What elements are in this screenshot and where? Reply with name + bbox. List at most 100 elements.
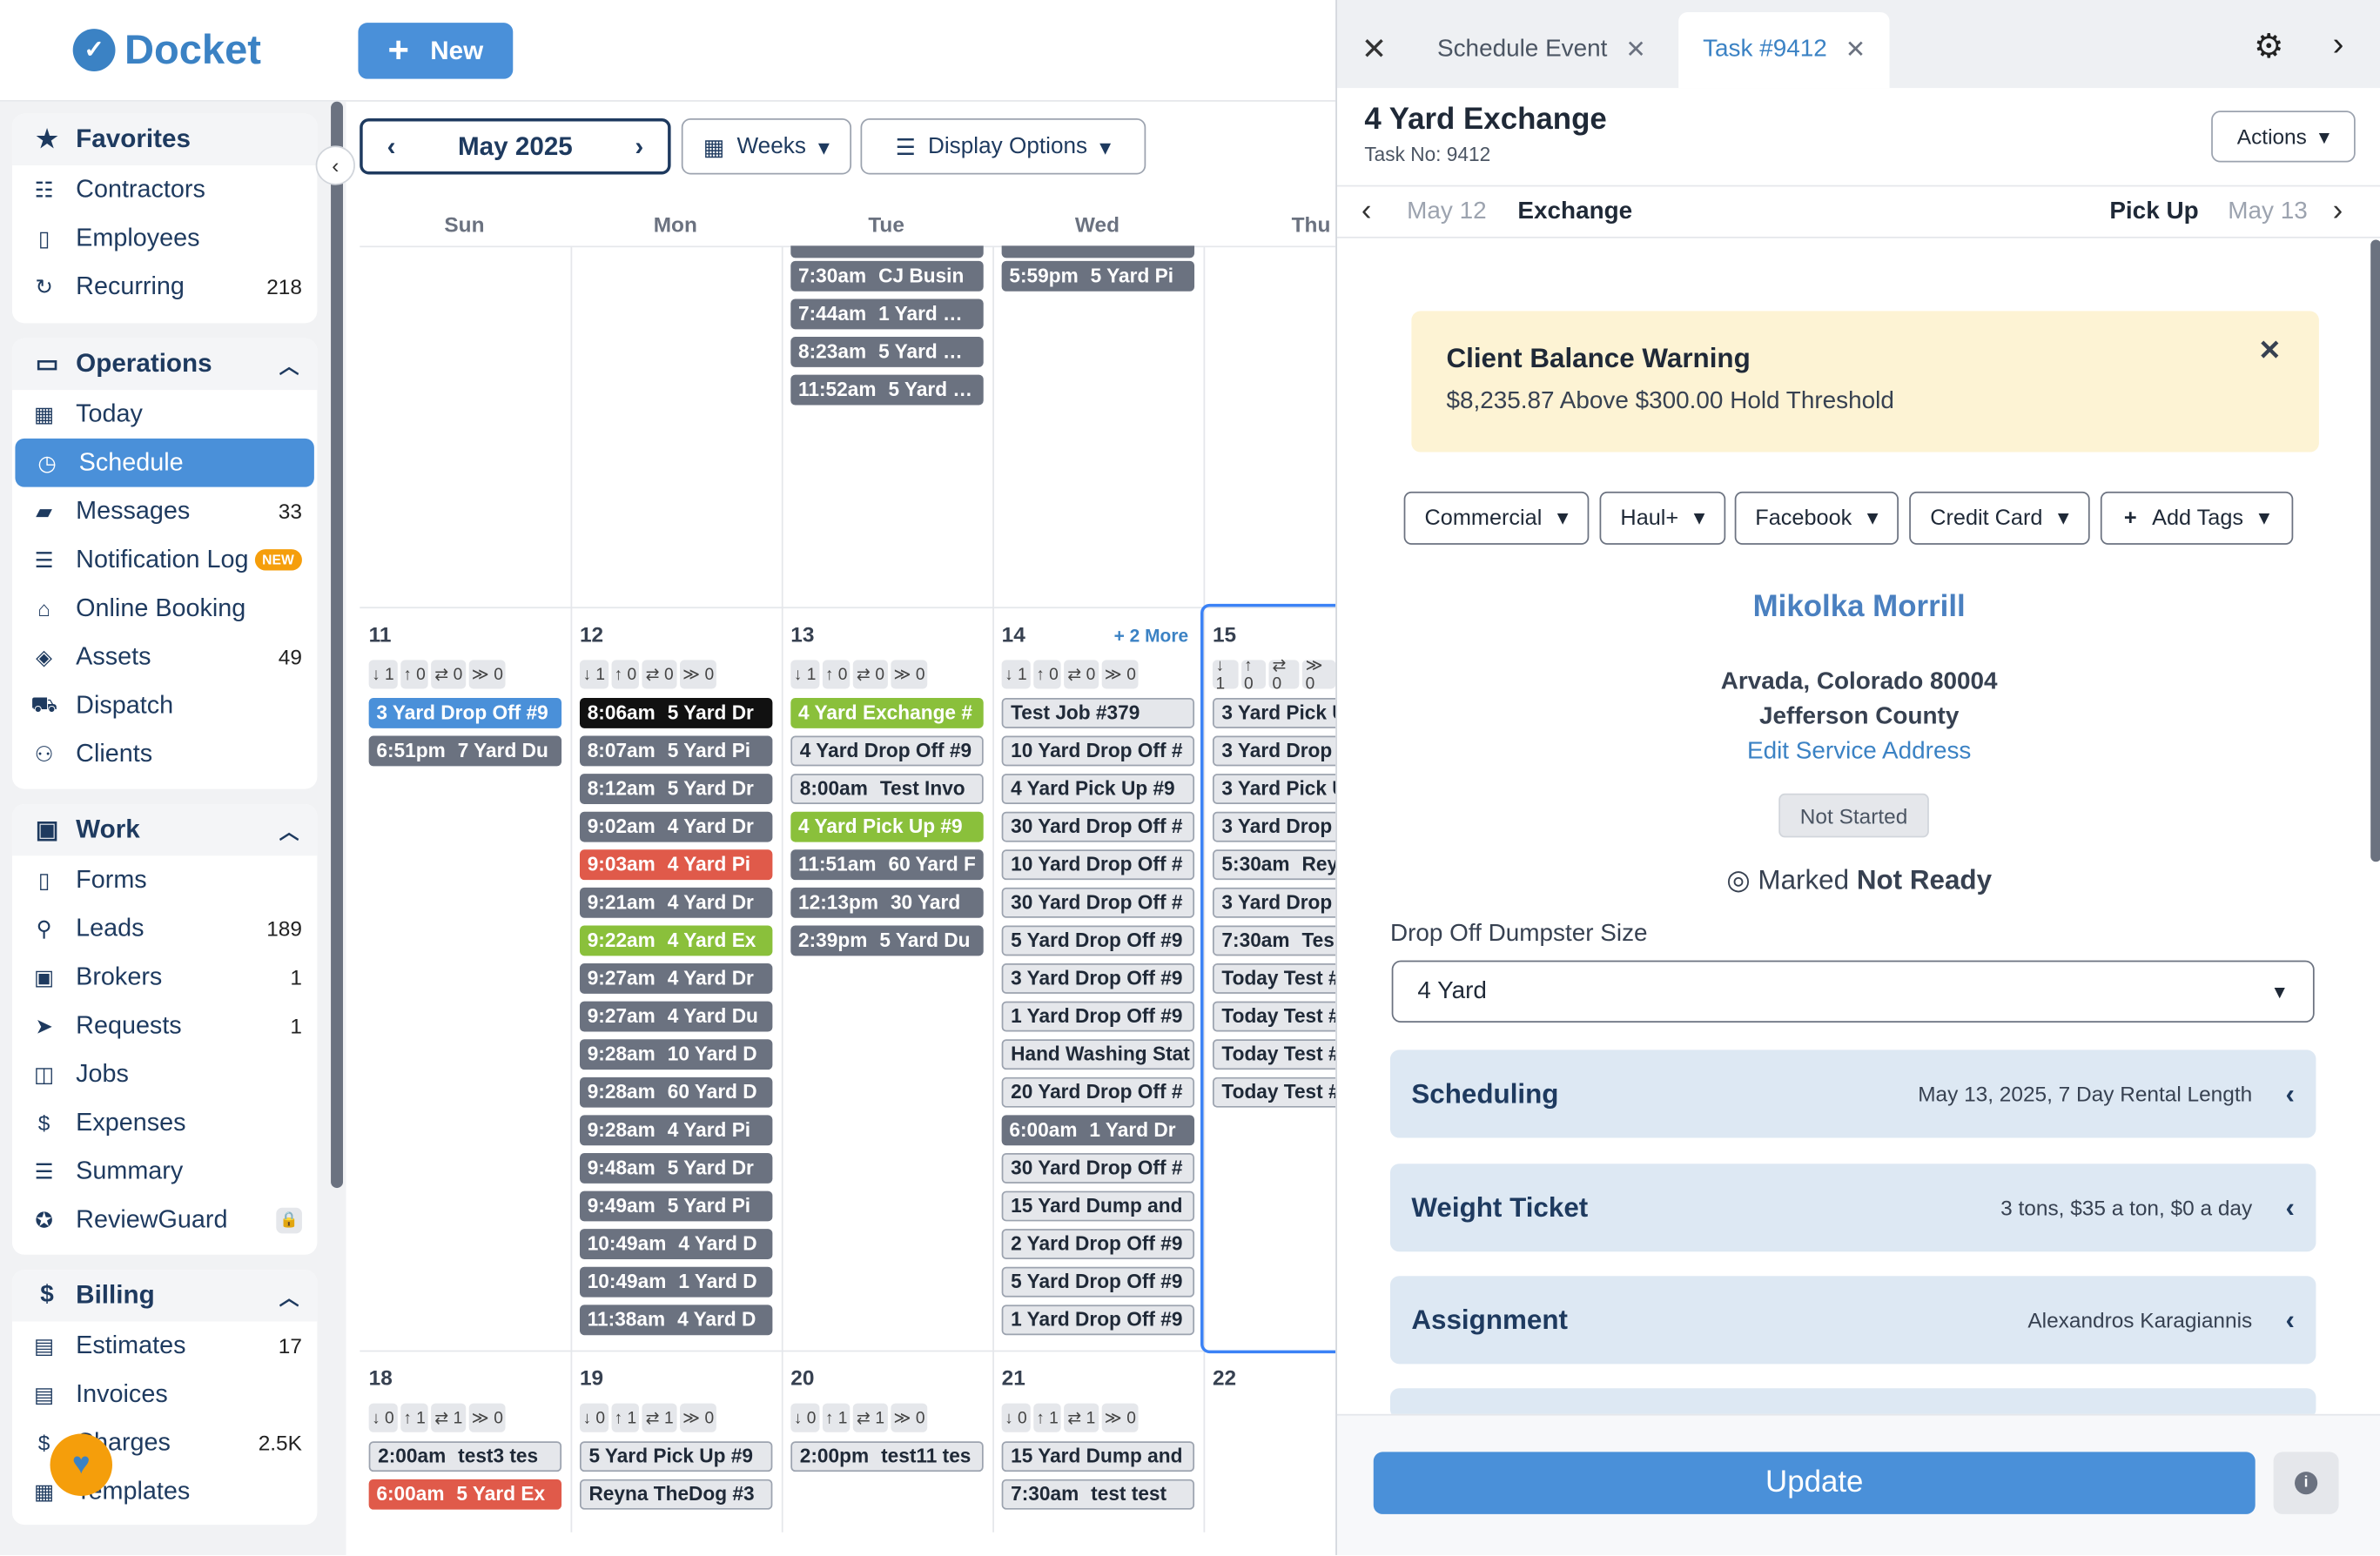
calendar-event[interactable]: 3 Yard Drop O: [1212, 887, 1336, 918]
chevron-right-icon[interactable]: ›: [2333, 24, 2344, 64]
sidebar-item-messages[interactable]: ▰ Messages 33: [12, 487, 317, 536]
calendar-event[interactable]: 3 Yard Pick U: [1212, 697, 1336, 728]
sidebar-item-notification-log[interactable]: ☰ Notification Log NEW: [12, 535, 317, 584]
calendar-event[interactable]: 3 Yard Drop Off #9: [368, 697, 562, 728]
sidebar-item-contractors[interactable]: ☷ Contractors: [12, 165, 317, 214]
favorites-header[interactable]: ★ Favorites: [11, 113, 318, 166]
operations-header[interactable]: ▭ Operations ︿: [11, 338, 318, 391]
section-assignment[interactable]: Assignment Alexandros Karagiannis ‹: [1389, 1276, 2316, 1365]
calendar-event[interactable]: 1 Yard Drop Off #9: [1001, 1304, 1195, 1336]
next-date[interactable]: May 13: [2228, 198, 2307, 225]
gear-icon[interactable]: ⚙: [2254, 27, 2283, 66]
calendar-event[interactable]: 4 Yard Pick Up #9: [1001, 774, 1195, 805]
info-button[interactable]: i: [2273, 1452, 2339, 1514]
calendar-event[interactable]: 9:48am 5 Yard Dr: [579, 1152, 773, 1184]
billing-header[interactable]: $ Billing ︿: [11, 1270, 318, 1322]
calendar-event[interactable]: 12:13pm 30 Yard: [790, 887, 984, 918]
sidebar-item-invoices[interactable]: ▤ Invoices: [12, 1370, 317, 1419]
calendar-event[interactable]: Reyna TheDog #3: [579, 1479, 773, 1510]
sidebar-item-dispatch[interactable]: ⛟ Dispatch: [12, 681, 317, 730]
calendar-event[interactable]: 5:30am Rey: [1212, 849, 1336, 881]
close-icon[interactable]: ✕: [1846, 35, 1866, 65]
calendar-event[interactable]: 9:28am 4 Yard Pi: [579, 1115, 773, 1146]
calendar-event[interactable]: 3 Yard Drop O: [1212, 811, 1336, 842]
update-button[interactable]: Update: [1373, 1452, 2256, 1514]
calendar-event[interactable]: 5 Yard Drop Off #9: [1001, 925, 1195, 956]
calendar-event[interactable]: 11:51am 60 Yard F: [790, 849, 984, 881]
calendar-event[interactable]: 30 Yard Drop Off #: [1001, 1152, 1195, 1184]
calendar-event[interactable]: 9:22am 4 Yard Ex: [579, 925, 773, 956]
calendar-event[interactable]: 10 Yard Drop Off #: [1001, 849, 1195, 881]
calendar-event[interactable]: 5 Yard Pick Up #9: [579, 1441, 773, 1472]
calendar-event[interactable]: Test Job #379: [1001, 697, 1195, 728]
chevron-left-icon[interactable]: ‹: [387, 131, 396, 162]
calendar-event[interactable]: 9:28am 10 Yard D: [579, 1039, 773, 1070]
calendar-event[interactable]: Today Test #: [1212, 1001, 1336, 1032]
calendar-event[interactable]: 10:49am 4 Yard D: [579, 1229, 773, 1260]
calendar-event[interactable]: 6:51pm 7 Yard Du: [368, 735, 562, 767]
close-icon[interactable]: ✕: [1625, 35, 1645, 65]
sidebar-item-brokers[interactable]: ▣ Brokers 1: [12, 953, 317, 1002]
tag-haul[interactable]: Haul+ ▾: [1599, 491, 1726, 545]
prev-date[interactable]: May 12: [1407, 198, 1486, 225]
calendar-event[interactable]: Today Test #: [1212, 1039, 1336, 1070]
client-name[interactable]: Mikolka Morrill: [1337, 590, 2380, 625]
calendar-event[interactable]: 9:27am 4 Yard Du: [579, 1001, 773, 1032]
calendar-event[interactable]: [1001, 245, 1195, 258]
calendar-event[interactable]: 9:03am 4 Yard Pi: [579, 849, 773, 881]
calendar-event[interactable]: 8:07am 5 Yard Pi: [579, 735, 773, 767]
calendar-event[interactable]: 7:30am test test: [1001, 1479, 1195, 1510]
tag-credit-card[interactable]: Credit Card ▾: [1909, 491, 2090, 545]
calendar-event[interactable]: 20 Yard Drop Off #: [1001, 1076, 1195, 1108]
chevron-right-icon[interactable]: ›: [635, 131, 643, 162]
actions-button[interactable]: Actions ▾: [2211, 111, 2356, 163]
heart-button[interactable]: ♥: [50, 1433, 113, 1496]
sidebar-item-assets[interactable]: ◈ Assets 49: [12, 633, 317, 681]
sidebar-scrollbar[interactable]: [331, 101, 344, 1189]
calendar-event[interactable]: 15 Yard Dump and: [1001, 1190, 1195, 1222]
calendar-event[interactable]: 30 Yard Drop Off #: [1001, 811, 1195, 842]
calendar-event[interactable]: 3 Yard Drop Off #9: [1001, 963, 1195, 994]
view-select[interactable]: ▦ Weeks ▾: [681, 117, 852, 175]
sidebar-item-employees[interactable]: ▯ Employees: [12, 214, 317, 263]
ready-status[interactable]: ◎ Marked Not Ready: [1337, 865, 2380, 897]
next-step[interactable]: Pick Up: [2109, 198, 2198, 225]
collapse-sidebar-button[interactable]: ‹: [315, 145, 355, 185]
calendar-event[interactable]: 9:02am 4 Yard Dr: [579, 811, 773, 842]
calendar-event[interactable]: 10 Yard Drop Off #: [1001, 735, 1195, 767]
calendar-event[interactable]: Hand Washing Stat: [1001, 1039, 1195, 1070]
calendar-event[interactable]: 8:23am 5 Yard …: [790, 337, 984, 367]
add-tags-button[interactable]: + Add Tags ▾: [2100, 491, 2294, 545]
chevron-right-icon[interactable]: ›: [2333, 194, 2343, 229]
sidebar-item-requests[interactable]: ➤ Requests 1: [12, 1002, 317, 1050]
more-events-link[interactable]: + 2 More: [1114, 625, 1188, 646]
calendar-event[interactable]: 9:21am 4 Yard Dr: [579, 887, 773, 918]
calendar-event[interactable]: 8:00am Test Invo: [790, 774, 984, 805]
calendar-event[interactable]: Today Test #: [1212, 1076, 1336, 1108]
chevron-left-icon[interactable]: ‹: [1361, 194, 1372, 229]
calendar-event[interactable]: 11:38am 4 Yard D: [579, 1304, 773, 1336]
calendar-event[interactable]: 4 Yard Exchange #: [790, 697, 984, 728]
calendar-event[interactable]: 2:00pm test11 tes: [790, 1441, 984, 1472]
panel-scrollbar[interactable]: [2370, 239, 2380, 862]
sidebar-item-forms[interactable]: ▯ Forms: [12, 855, 317, 904]
calendar-event[interactable]: 30 Yard Drop Off #: [1001, 887, 1195, 918]
calendar-event[interactable]: 7:30am CJ Busin: [790, 260, 984, 292]
calendar-event[interactable]: 6:00am 1 Yard Dr: [1001, 1115, 1195, 1146]
calendar-event[interactable]: 2:39pm 5 Yard Du: [790, 925, 984, 956]
calendar-event[interactable]: 1 Yard Drop Off #9: [1001, 1001, 1195, 1032]
tab-schedule-event[interactable]: Schedule Event ✕: [1437, 12, 1646, 88]
sidebar-item-expenses[interactable]: $ Expenses: [12, 1098, 317, 1147]
calendar-event[interactable]: 9:28am 60 Yard D: [579, 1076, 773, 1108]
edit-address-link[interactable]: Edit Service Address: [1337, 739, 2380, 766]
calendar-event[interactable]: 10:49am 1 Yard D: [579, 1266, 773, 1298]
section-weight-ticket[interactable]: Weight Ticket 3 tons, $35 a ton, $0 a day…: [1389, 1164, 2316, 1252]
calendar-event[interactable]: 9:49am 5 Yard Pi: [579, 1190, 773, 1222]
sidebar-item-summary[interactable]: ☰ Summary: [12, 1147, 317, 1196]
docket-logo[interactable]: ✓ Docket: [72, 24, 261, 76]
sidebar-item-today[interactable]: ▦ Today: [12, 390, 317, 439]
new-button[interactable]: + New: [358, 23, 514, 79]
calendar-event[interactable]: 8:06am 5 Yard Dr: [579, 697, 773, 728]
display-options-button[interactable]: ☰ Display Options ▾: [860, 117, 1146, 175]
calendar-event[interactable]: 3 Yard Drop O: [1212, 735, 1336, 767]
